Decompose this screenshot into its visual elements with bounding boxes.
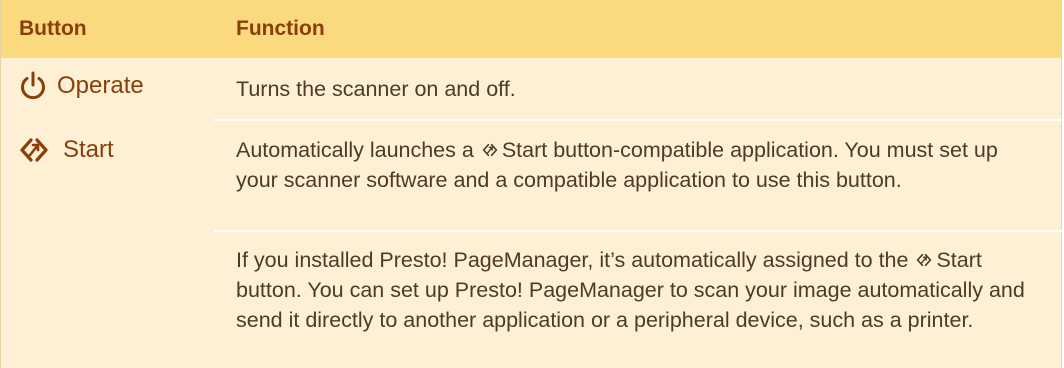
table-header: Button Function [1,0,1061,58]
start-label: Start [63,136,114,163]
button-function-table: Button Function Operate Turns the scanne… [0,0,1063,368]
operate-button-cell: Operate [19,71,144,101]
power-icon [21,71,45,100]
start-button-cell: Start [19,136,114,164]
start-inline-icon [917,253,932,267]
row-divider [214,119,1063,121]
start-function-text-part1: Automatically launches a [236,138,474,162]
row-divider [214,230,1063,232]
presto-function-text-part1: If you installed Presto! PageManager, it… [236,248,909,272]
operate-label: Operate [57,72,144,99]
presto-function-text: If you installed Presto! PageManager, it… [236,245,1036,335]
start-function-text: Automatically launches a Start button-co… [236,135,1036,195]
header-function: Function [236,17,325,40]
header-button: Button [19,17,87,40]
start-inline-icon [482,143,498,157]
start-button-icon [20,138,48,162]
operate-function-text: Turns the scanner on and off. [236,77,516,101]
